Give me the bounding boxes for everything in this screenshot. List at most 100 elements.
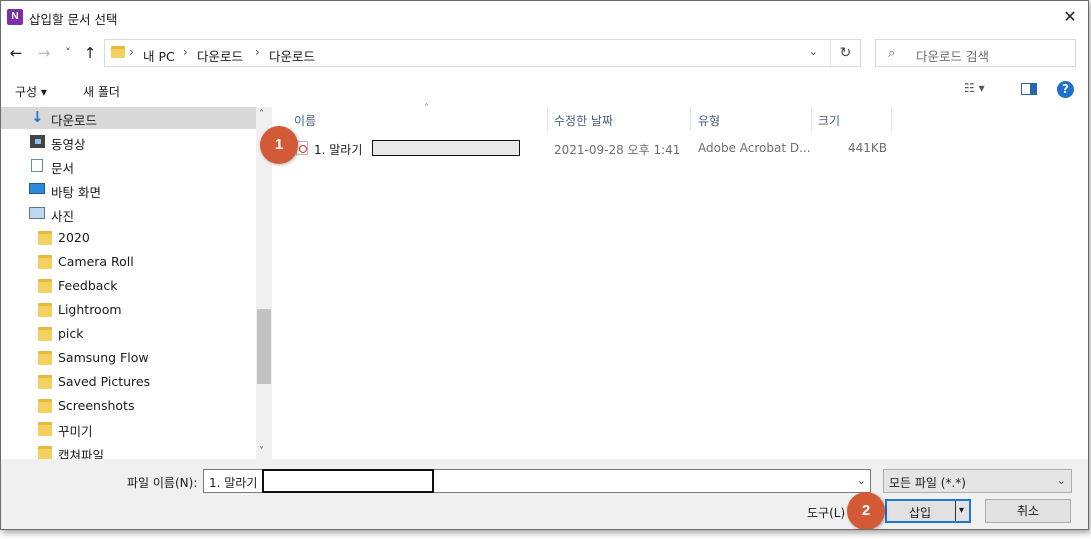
video-icon [30,135,45,148]
preview-pane-button[interactable] [1021,83,1037,95]
column-header-label: 이름 [294,114,317,128]
sidebar-item-pictures[interactable]: 사진 [1,203,256,225]
sidebar-item-decorate[interactable]: 꾸미기 [1,418,256,440]
folder-icon [38,422,52,436]
chevron-right-icon: › [129,45,134,59]
sidebar-item-pick[interactable]: pick [1,323,256,345]
folder-icon [38,255,52,269]
sidebar-item-desktop[interactable]: 바탕 화면 [1,179,256,201]
search-box[interactable]: ⌕ 다운로드 검색 [875,39,1076,67]
sidebar-item-samsung-flow[interactable]: Samsung Flow [1,347,256,369]
sidebar-item-label: Saved Pictures [58,374,151,389]
chevron-right-icon: › [255,45,260,59]
sidebar-item-label: 동영상 [51,137,86,152]
folder-icon [38,351,52,365]
sidebar-item-videos[interactable]: 동영상 [1,131,256,153]
sidebar-item-feedback[interactable]: Feedback [1,275,256,297]
file-type: Adobe Acrobat D... [698,141,811,155]
sidebar-item-label: 사진 [51,209,75,224]
filetype-value: 모든 파일 (*.*) [889,476,966,490]
column-header-date[interactable]: 수정한 날짜 [548,107,691,131]
desktop-icon [29,183,45,194]
tools-menu-button[interactable]: 도구(L) [807,504,845,521]
onenote-icon: N [7,9,23,25]
folder-icon [38,375,52,389]
chevron-down-icon: ⌄ [1056,474,1066,487]
recent-locations-button[interactable]: ˅ [61,43,75,63]
folder-icon [38,279,52,293]
sidebar-item-label: 꾸미기 [58,424,93,439]
command-bar: 구성 ▾ 새 폴더 ☷ ▾ ? [1,75,1088,105]
cancel-button[interactable]: 취소 [985,499,1071,523]
table-row[interactable]: 1. 말라기 2021-09-28 오후 1:41 Adobe Acrobat … [274,137,894,159]
sidebar-item-downloads[interactable]: ↓ 다운로드 [1,107,256,129]
document-icon [31,159,43,172]
sidebar-item-label: pick [58,326,84,341]
filename-value: 1. 말라기 [209,476,258,490]
column-header-name[interactable]: 이름 ˄ [288,103,548,131]
refresh-button[interactable]: ↻ [830,40,860,66]
sidebar-item-label: Feedback [58,278,118,293]
scroll-up-icon[interactable]: ˄ [259,109,264,120]
download-icon: ↓ [31,108,44,126]
sidebar-item-label: 2020 [58,230,90,245]
sidebar-item-captures[interactable]: 캡쳐파일 [1,442,256,459]
sidebar-item-label: Screenshots [58,398,135,413]
redacted-filename [262,469,434,493]
folder-icon [38,399,52,413]
navigation-bar: ← → ˅ ↑ › 내 PC › 다운로드 › 다운로드 ⌄ ↻ ⌕ 다운로드 … [1,37,1088,69]
filename-input[interactable]: 1. 말라기 ⌄ [203,469,871,493]
sidebar-item-saved-pictures[interactable]: Saved Pictures [1,371,256,393]
sidebar-item-lightroom[interactable]: Lightroom [1,299,256,321]
navigation-pane: ↓ 다운로드 동영상 문서 바탕 화면 사진 2020 Camera Roll [1,107,256,459]
step-badge-1: 1 [260,126,298,164]
dialog-title: 삽입할 문서 선택 [29,12,118,27]
organize-button[interactable]: 구성 ▾ [15,83,47,100]
insert-label: 삽입 [909,506,932,520]
insert-button[interactable]: 삽입 ▾ [885,499,971,523]
column-header-size[interactable]: 크기 [812,107,892,131]
column-header-type[interactable]: 유형 [692,107,812,131]
split-divider [955,501,956,521]
folder-icon [38,446,52,459]
search-placeholder: 다운로드 검색 [916,49,989,64]
breadcrumb-downloads[interactable]: 다운로드 [197,46,243,65]
up-button[interactable]: ↑ [81,43,99,63]
view-options-button[interactable]: ☷ ▾ [964,81,1004,99]
sidebar-item-camera-roll[interactable]: Camera Roll [1,251,256,273]
sidebar-item-screenshots[interactable]: Screenshots [1,395,256,417]
address-bar[interactable]: › 내 PC › 다운로드 › 다운로드 ⌄ ↻ [104,39,861,67]
insert-options-icon[interactable]: ▾ [959,505,964,516]
sidebar-item-label: 문서 [51,161,75,176]
address-dropdown-icon[interactable]: ⌄ [809,45,818,58]
help-button[interactable]: ? [1057,81,1074,98]
filename-label: 파일 이름(N): [127,476,198,490]
folder-icon [111,46,125,58]
sidebar-item-label: Camera Roll [58,254,134,269]
breadcrumb-this-pc[interactable]: 내 PC [143,46,175,65]
sidebar-item-documents[interactable]: 문서 [1,155,256,177]
scrollbar-thumb[interactable] [257,309,271,384]
close-button[interactable]: ✕ [1060,7,1080,27]
step-badge-2: 2 [847,492,885,529]
sidebar-item-2020[interactable]: 2020 [1,227,256,249]
chevron-down-icon[interactable]: ⌄ [857,474,866,487]
column-header-label: 유형 [698,114,721,128]
folder-icon [38,327,52,341]
chevron-right-icon: › [183,45,188,59]
sidebar-item-label: 바탕 화면 [51,185,101,200]
file-dialog: N 삽입할 문서 선택 ✕ ← → ˅ ↑ › 내 PC › 다운로드 › 다운… [0,0,1089,530]
column-header-label: 수정한 날짜 [554,114,614,128]
scroll-down-icon[interactable]: ˅ [259,446,264,457]
folder-icon [38,303,52,317]
forward-button[interactable]: → [35,43,53,63]
file-size: 441KB [848,141,888,155]
sidebar-item-label: 캡쳐파일 [58,448,105,459]
folder-icon [38,231,52,245]
file-date: 2021-09-28 오후 1:41 [554,143,681,157]
back-button[interactable]: ← [7,43,25,63]
new-folder-button[interactable]: 새 폴더 [83,83,120,100]
breadcrumb-downloads-current[interactable]: 다운로드 [269,46,315,65]
pictures-icon [29,207,45,219]
filetype-select[interactable]: 모든 파일 (*.*) ⌄ [883,469,1072,493]
